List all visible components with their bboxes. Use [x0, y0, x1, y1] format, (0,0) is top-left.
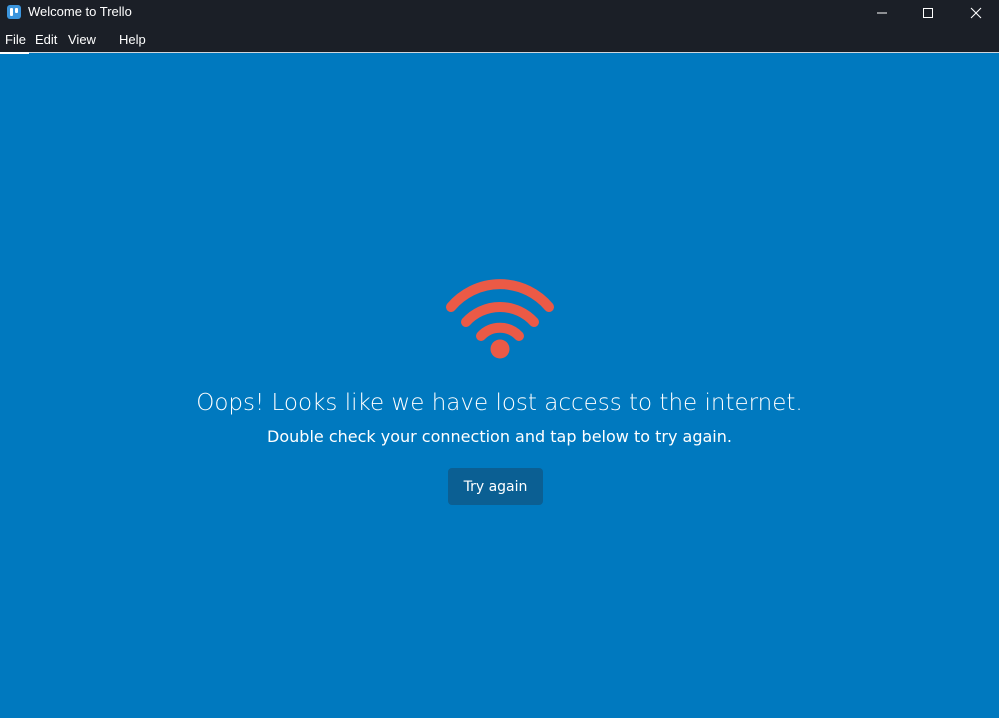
menu-view[interactable]: View	[68, 32, 96, 47]
menu-divider	[0, 52, 999, 53]
maximize-button[interactable]	[905, 0, 951, 26]
menu-edit[interactable]: Edit	[35, 32, 57, 47]
menu-help[interactable]: Help	[119, 32, 146, 47]
maximize-icon	[923, 8, 933, 18]
window-title: Welcome to Trello	[28, 4, 132, 19]
menu-bar: File Edit View Help	[0, 26, 999, 53]
app-window: Welcome to Trello File Edit View Help Oo…	[0, 0, 999, 718]
close-icon	[970, 7, 982, 19]
offline-subline: Double check your connection and tap bel…	[267, 427, 732, 446]
offline-headline: Oops! Looks like we have lost access to …	[196, 390, 803, 416]
offline-page: Oops! Looks like we have lost access to …	[0, 54, 999, 718]
minimize-icon	[877, 12, 887, 14]
trello-logo-icon	[7, 5, 21, 19]
minimize-button[interactable]	[859, 0, 905, 26]
wifi-icon	[446, 279, 554, 359]
close-button[interactable]	[953, 0, 999, 26]
menu-file[interactable]: File	[5, 32, 26, 47]
try-again-button[interactable]: Try again	[448, 468, 543, 505]
title-bar[interactable]: Welcome to Trello	[0, 0, 999, 26]
